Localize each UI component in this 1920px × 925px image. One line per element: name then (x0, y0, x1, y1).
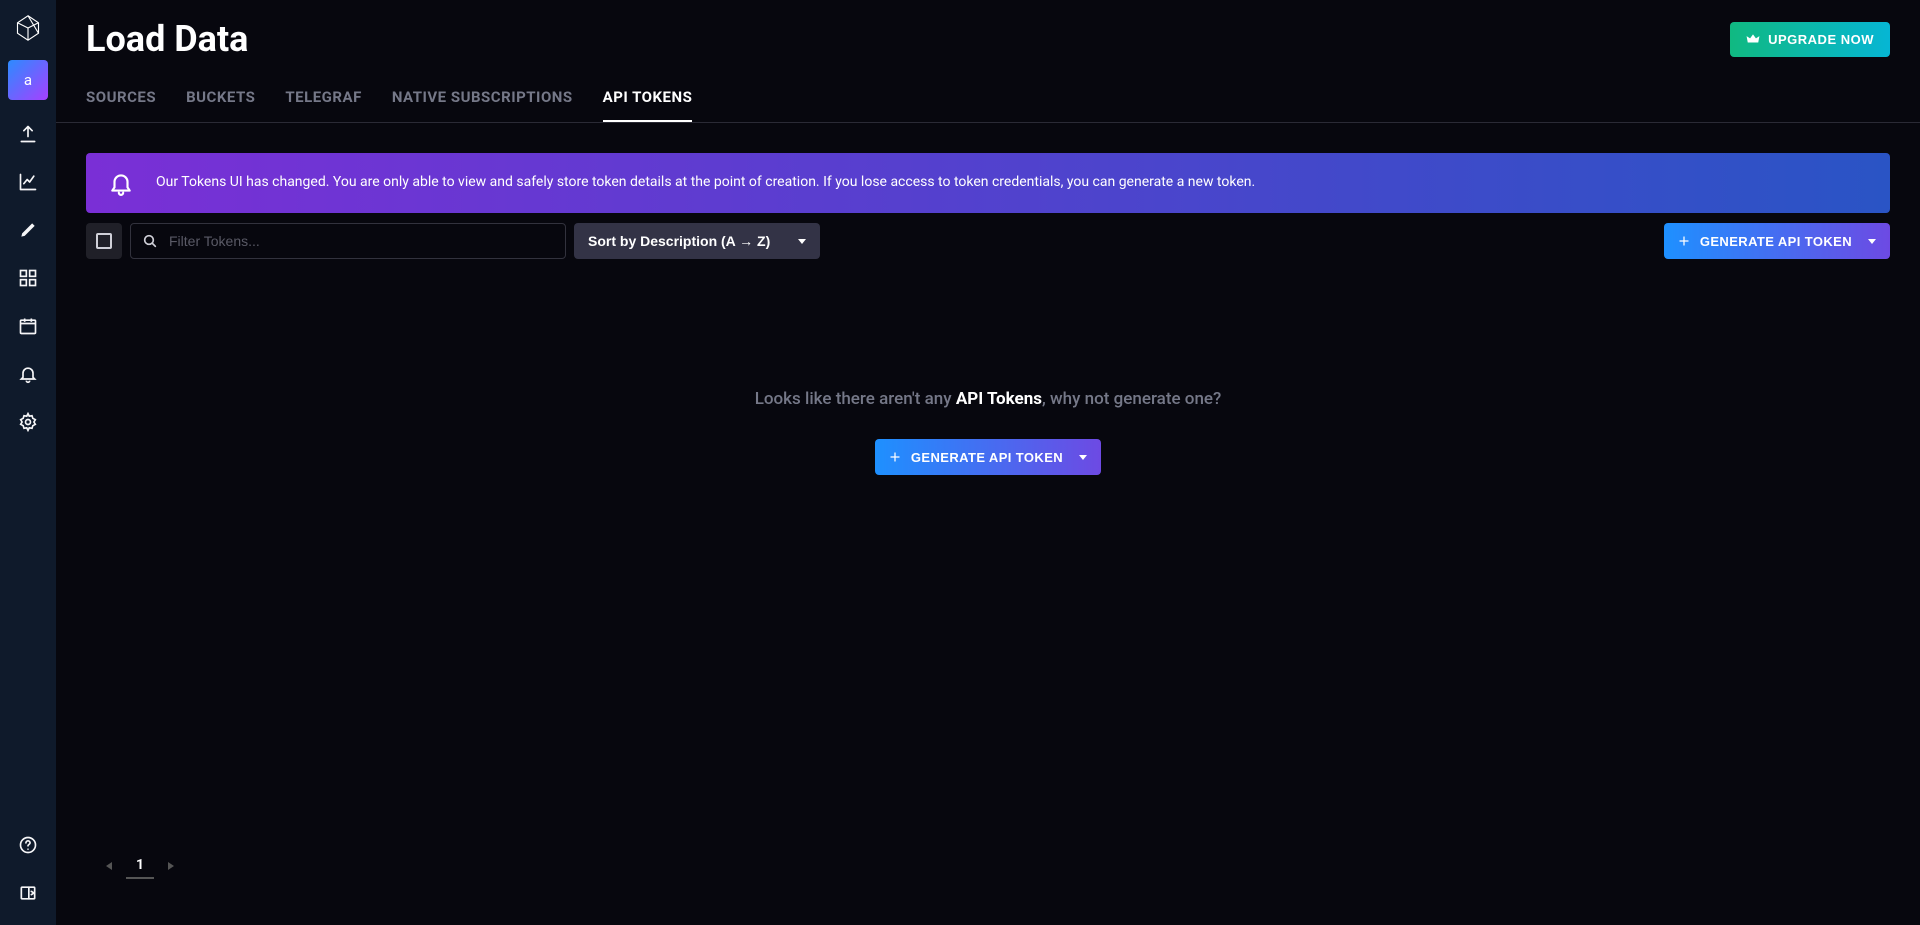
nav-data-explorer[interactable] (0, 158, 56, 206)
org-letter: a (24, 71, 32, 89)
nav-help[interactable] (0, 821, 56, 869)
nav-settings[interactable] (0, 398, 56, 446)
line-chart-icon (18, 172, 38, 192)
plus-icon (1678, 235, 1690, 247)
gear-icon (18, 412, 38, 432)
tab-sources[interactable]: SOURCES (86, 88, 156, 122)
empty-state-text: Looks like there aren't any API Tokens, … (755, 389, 1222, 409)
page-title: Load Data (86, 18, 248, 60)
select-all-checkbox[interactable] (86, 223, 122, 259)
sidebar: a (0, 0, 56, 925)
chevron-down-icon (1868, 239, 1876, 244)
nav-collapse[interactable] (0, 869, 56, 917)
info-banner: Our Tokens UI has changed. You are only … (86, 153, 1890, 213)
main-content: Load Data UPGRADE NOW SOURCES BUCKETS TE… (56, 0, 1920, 925)
chevron-down-icon (1079, 455, 1087, 460)
bell-icon (108, 170, 134, 196)
sort-label: Sort by Description (A → Z) (588, 233, 770, 249)
app-logo[interactable] (0, 0, 56, 56)
nav-notebooks[interactable] (0, 206, 56, 254)
upgrade-button[interactable]: UPGRADE NOW (1730, 22, 1890, 57)
bell-icon (18, 364, 38, 384)
generate-api-token-button[interactable]: GENERATE API TOKEN (1664, 223, 1890, 259)
filter-tokens-input[interactable] (130, 223, 566, 259)
checkbox-unchecked-icon (96, 233, 112, 249)
nav-dashboards[interactable] (0, 254, 56, 302)
generate-label: GENERATE API TOKEN (1700, 234, 1852, 249)
upload-icon (18, 124, 38, 144)
org-switcher[interactable]: a (8, 60, 48, 100)
tab-native-subscriptions[interactable]: NATIVE SUBSCRIPTIONS (392, 88, 573, 122)
tab-api-tokens[interactable]: API TOKENS (603, 88, 693, 122)
banner-text: Our Tokens UI has changed. You are only … (156, 173, 1255, 193)
generate-api-token-button-center[interactable]: GENERATE API TOKEN (875, 439, 1101, 475)
calendar-icon (18, 316, 38, 336)
help-icon (18, 835, 38, 855)
chevron-down-icon (798, 239, 806, 244)
pagination-prev[interactable] (104, 862, 112, 870)
pencil-icon (18, 220, 38, 240)
toolbar: Sort by Description (A → Z) GENERATE API… (86, 223, 1890, 259)
influx-logo-icon (14, 14, 42, 42)
nav-load-data[interactable] (0, 110, 56, 158)
search-icon (142, 233, 158, 249)
dashboard-icon (18, 268, 38, 288)
pagination-page-current[interactable]: 1 (126, 853, 154, 879)
tab-buckets[interactable]: BUCKETS (186, 88, 255, 122)
sidebar-collapse-icon (18, 883, 38, 903)
tab-telegraf[interactable]: TELEGRAF (285, 88, 361, 122)
nav-alerts[interactable] (0, 350, 56, 398)
pagination-next[interactable] (168, 862, 176, 870)
nav-tasks[interactable] (0, 302, 56, 350)
pagination: 1 (86, 847, 1890, 895)
upgrade-label: UPGRADE NOW (1768, 32, 1874, 47)
tab-bar: SOURCES BUCKETS TELEGRAF NATIVE SUBSCRIP… (56, 60, 1920, 123)
generate-label-center: GENERATE API TOKEN (911, 450, 1063, 465)
crown-icon (1746, 32, 1760, 46)
empty-state: Looks like there aren't any API Tokens, … (86, 259, 1890, 847)
plus-icon (889, 451, 901, 463)
sort-dropdown[interactable]: Sort by Description (A → Z) (574, 223, 820, 259)
